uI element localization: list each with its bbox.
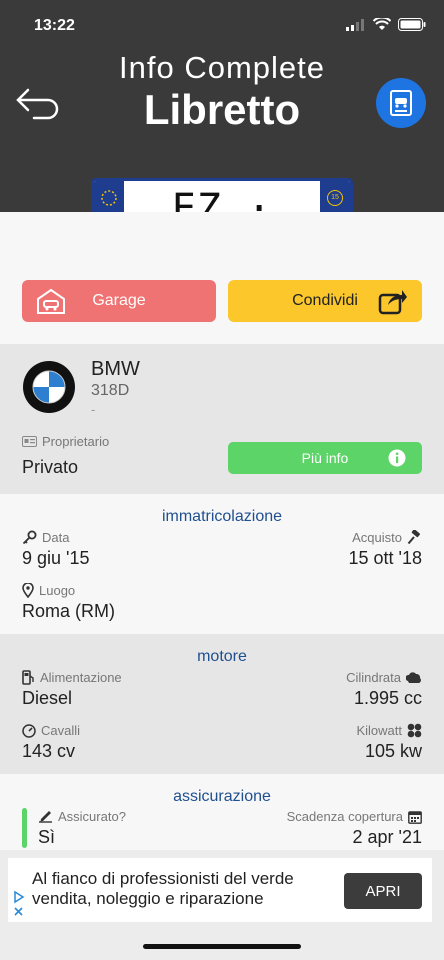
document-button[interactable] [376, 78, 426, 128]
vehicle-model: 318D [91, 382, 130, 399]
reg-date-label: Data [42, 530, 70, 545]
hp-label-row: Cavalli [22, 723, 80, 738]
engine-icon [406, 672, 421, 683]
speedometer-icon [22, 723, 36, 738]
status-icons [346, 18, 426, 31]
place-label: Luogo [39, 583, 76, 598]
engine-title: motore [197, 648, 247, 665]
key-icon [22, 530, 37, 545]
battery-icon [398, 18, 426, 31]
vehicle-variant: - [91, 402, 96, 417]
garage-icon [37, 288, 65, 314]
insured-status-bar [22, 808, 27, 848]
garage-button[interactable]: Garage [22, 280, 216, 322]
displacement-value: 1.995 cc [353, 688, 422, 708]
signed-document-icon [39, 810, 52, 823]
kw-value: 105 kw [364, 741, 422, 761]
id-card-icon [22, 436, 37, 447]
kw-label-row: Kilowatt [356, 723, 422, 738]
kw-label: Kilowatt [356, 723, 402, 738]
purchase-label-row: Acquisto [352, 530, 422, 545]
expiry-label-row: Scadenza copertura [287, 809, 422, 824]
hp-label: Cavalli [41, 723, 81, 738]
brand-logo [22, 360, 76, 414]
vehicle-brand: BMW [91, 358, 140, 380]
wifi-icon [373, 18, 391, 30]
ad-text: Al fianco di professionisti del verde ve… [32, 869, 294, 908]
owner-value: Privato [22, 457, 79, 477]
share-icon [378, 290, 407, 315]
ad-banner[interactable]: Al fianco di professionisti del verde ve… [8, 858, 432, 922]
status-time: 13:22 [34, 17, 75, 34]
owner-label: Proprietario [42, 434, 110, 449]
actions-area [0, 212, 444, 344]
fuel-pump-icon [22, 670, 34, 685]
ad-choices-icon[interactable] [12, 890, 26, 920]
owner-label-row: Proprietario [22, 434, 109, 449]
displacement-label: Cilindrata [346, 670, 401, 685]
insurance-title: assicurazione [173, 788, 271, 805]
page-title-line1: Info Complete [119, 50, 325, 85]
insured-value: Sì [38, 827, 56, 847]
plate-year-badge: 15 [327, 190, 343, 206]
home-indicator[interactable] [143, 944, 301, 949]
signal-icon [346, 18, 364, 31]
fuel-value: Diesel [22, 688, 73, 708]
bmw-logo-icon [23, 361, 75, 413]
eu-stars-icon [101, 190, 117, 206]
expiry-label: Scadenza copertura [286, 809, 403, 824]
calendar-icon [408, 810, 422, 824]
displacement-label-row: Cilindrata [346, 670, 422, 685]
place-value: Roma (RM) [22, 601, 115, 621]
info-icon [388, 449, 406, 467]
purchase-value: 15 ott '18 [348, 548, 423, 568]
fuel-label-row: Alimentazione [22, 670, 122, 685]
hp-value: 143 cv [22, 741, 76, 761]
place-label-row: Luogo [22, 583, 75, 598]
more-info-label: Più info [301, 450, 349, 466]
reg-date-value: 9 giu '15 [22, 548, 90, 568]
garage-label: Garage [92, 292, 146, 309]
fan-icon [407, 723, 422, 738]
car-document-icon [390, 90, 412, 116]
location-pin-icon [22, 583, 34, 598]
purchase-label: Acquisto [352, 530, 402, 545]
share-label: Condividi [292, 292, 358, 309]
fuel-label: Alimentazione [40, 670, 122, 685]
registration-title: immatricolazione [161, 508, 283, 525]
insured-label: Assicurato? [58, 809, 126, 824]
gavel-icon [407, 530, 420, 545]
more-info-button[interactable]: Più info [228, 442, 422, 474]
insured-label-row: Assicurato? [38, 809, 126, 824]
ad-open-button[interactable]: APRI [344, 873, 422, 909]
expiry-value: 2 apr '21 [352, 827, 423, 847]
share-button[interactable]: Condividi [228, 280, 422, 322]
reg-date-label-row: Data [22, 530, 69, 545]
